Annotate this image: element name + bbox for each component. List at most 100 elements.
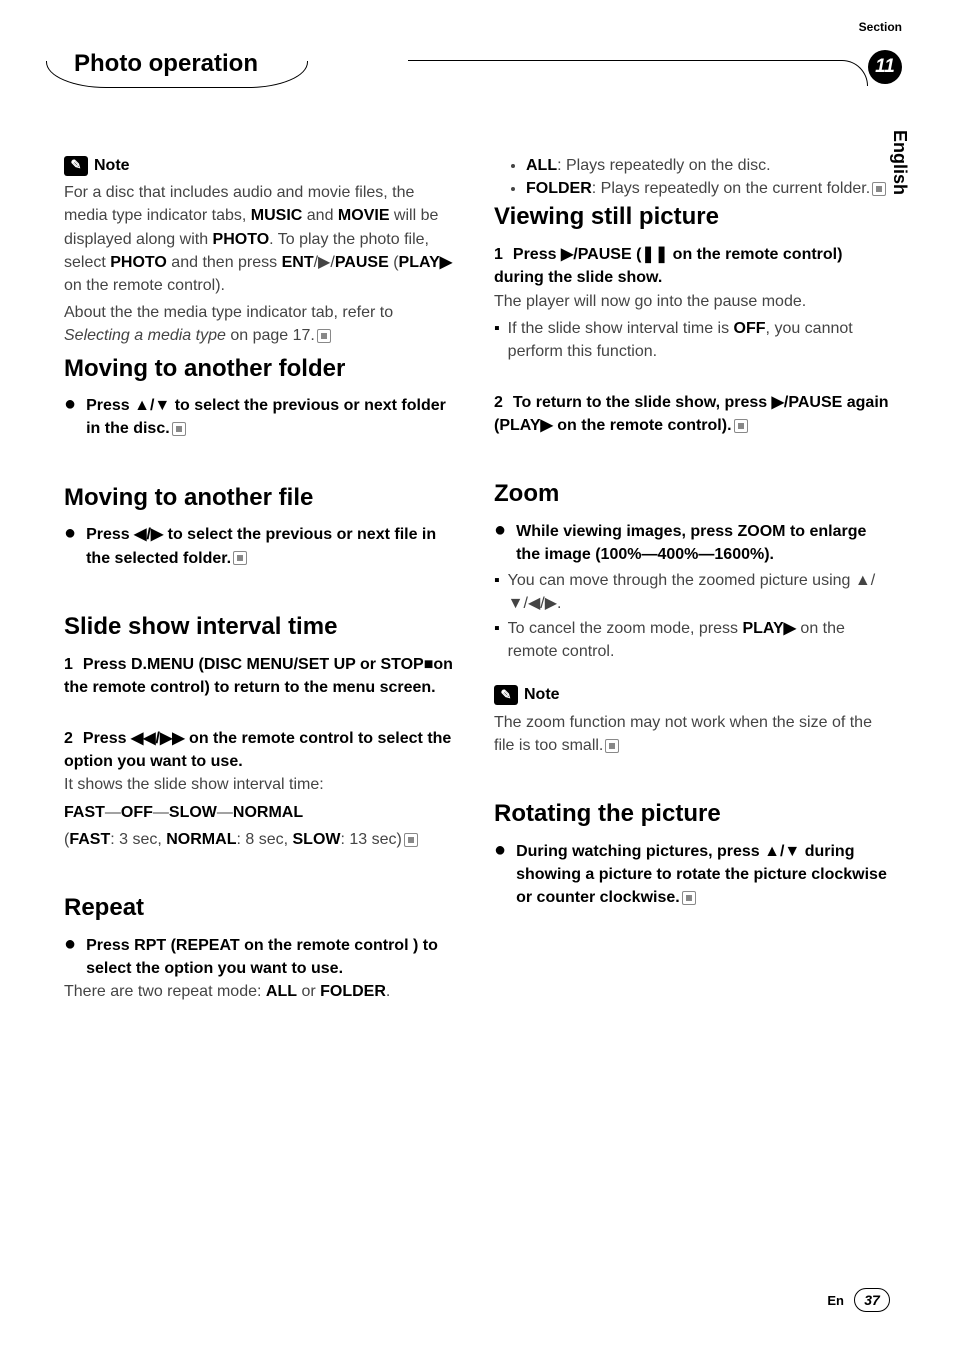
note-body-2: About the the media type indicator tab, …: [64, 301, 460, 347]
heading-moving-file: Moving to another file: [64, 481, 460, 516]
step-number: 2: [64, 730, 73, 747]
step-text: Press RPT (REPEAT on the remote control …: [86, 934, 460, 980]
step-text: While viewing images, press ZOOM to enla…: [516, 520, 890, 566]
page-footer: En 37: [827, 1288, 890, 1312]
step-zoom: ● While viewing images, press ZOOM to en…: [494, 520, 890, 566]
text-bold: PAUSE: [335, 254, 389, 271]
zoom-note-body: The zoom function may not work when the …: [494, 711, 890, 757]
note-label: Note: [94, 154, 130, 177]
square-bullet-icon: ▪: [494, 569, 500, 615]
repeat-options-list: ALL: Plays repeatedly on the disc. FOLDE…: [494, 154, 890, 200]
text: : Plays repeatedly on the disc.: [557, 157, 770, 174]
bullet-icon: ●: [494, 520, 506, 566]
step-repeat: ● Press RPT (REPEAT on the remote contro…: [64, 934, 460, 980]
text: and then press: [167, 254, 282, 271]
slideshow-body-1: It shows the slide show interval time:: [64, 773, 460, 796]
text: or: [297, 983, 320, 1000]
note-label: Note: [524, 683, 560, 706]
right-column: ALL: Plays repeatedly on the disc. FOLDE…: [494, 154, 890, 1007]
stop-icon: [682, 891, 696, 905]
step-text: Press ▲/▼ to select the previous or next…: [86, 394, 460, 440]
header-row: Photo operation: [64, 50, 890, 84]
text: : 8 sec,: [236, 831, 292, 848]
text-bold: PHOTO: [213, 231, 270, 248]
text: There are two repeat mode:: [64, 983, 266, 1000]
text: If the slide show interval time is OFF, …: [508, 317, 890, 363]
text-bold: NORMAL: [233, 804, 303, 821]
text-bold: MOVIE: [338, 207, 390, 224]
text-bold: FOLDER: [320, 983, 386, 1000]
text: (: [389, 254, 399, 271]
text-bold: FOLDER: [526, 180, 592, 197]
view-step-2: 2To return to the slide show, press ▶/PA…: [494, 391, 890, 437]
view-body-1: The player will now go into the pause mo…: [494, 290, 890, 313]
view-step-1: 1Press ▶/PAUSE (❚❚ on the remote control…: [494, 243, 890, 289]
stop-icon: [317, 329, 331, 343]
left-column: ✎ Note For a disc that includes audio an…: [64, 154, 460, 1007]
step-number: 1: [64, 656, 73, 673]
page-number: 37: [854, 1288, 890, 1312]
language-tab: English: [889, 130, 910, 195]
text: : Plays repeatedly on the current folder…: [592, 180, 870, 197]
step-text: Press ◀/▶ to select the previous or next…: [86, 523, 460, 569]
stop-icon: [404, 833, 418, 847]
stop-icon: [605, 739, 619, 753]
text: .: [386, 983, 390, 1000]
heading-rotating: Rotating the picture: [494, 797, 890, 832]
text: —: [153, 804, 169, 821]
section-number: 11: [868, 50, 902, 84]
text: You can move through the zoomed picture …: [508, 569, 890, 615]
step-rotate: ● During watching pictures, press ▲/▼ du…: [494, 840, 890, 910]
text-bold: SLOW: [169, 804, 217, 821]
page-title: Photo operation: [64, 50, 268, 84]
heading-moving-folder: Moving to another folder: [64, 352, 460, 387]
step-number: 1: [494, 246, 503, 263]
zoom-sub-1: ▪ You can move through the zoomed pictur…: [494, 569, 890, 615]
text-bold: PHOTO: [110, 254, 167, 271]
text-bold: ALL: [526, 157, 557, 174]
text: —: [105, 804, 121, 821]
text-bold: PLAY▶: [399, 254, 453, 271]
text-bold: OFF: [734, 320, 766, 337]
list-item: FOLDER: Plays repeatedly on the current …: [526, 177, 890, 200]
text-bold: FAST: [69, 831, 110, 848]
bullet-icon: ●: [64, 394, 76, 440]
step-text: During watching pictures, press ▲/▼ duri…: [516, 840, 890, 910]
page: Section 11 English Photo operation ✎ Not…: [0, 0, 954, 1352]
square-bullet-icon: ▪: [494, 317, 500, 363]
text-italic: Selecting a media type: [64, 327, 226, 344]
text: : 3 sec,: [110, 831, 166, 848]
slideshow-step-2: 2Press ◀◀/▶▶ on the remote control to se…: [64, 727, 460, 773]
text: To cancel the zoom mode, press PLAY▶ on …: [508, 617, 890, 663]
bullet-icon: ●: [64, 934, 76, 980]
bullet-icon: ●: [64, 523, 76, 569]
list-item: ALL: Plays repeatedly on the disc.: [526, 154, 890, 177]
text: and: [302, 207, 338, 224]
slideshow-times: (FAST: 3 sec, NORMAL: 8 sec, SLOW: 13 se…: [64, 828, 460, 851]
heading-viewing-still: Viewing still picture: [494, 200, 890, 235]
square-bullet-icon: ▪: [494, 617, 500, 663]
text-bold: NORMAL: [166, 831, 236, 848]
text-bold: SLOW: [293, 831, 341, 848]
slideshow-options: FAST—OFF—SLOW—NORMAL: [64, 801, 460, 824]
zoom-note-header: ✎ Note: [494, 683, 890, 706]
text-bold: OFF: [121, 804, 153, 821]
bullet-icon: ●: [494, 840, 506, 910]
stop-icon: [233, 551, 247, 565]
text-bold: ALL: [266, 983, 297, 1000]
step-text: To return to the slide show, press ▶/PAU…: [494, 394, 889, 434]
step-move-file: ● Press ◀/▶ to select the previous or ne…: [64, 523, 460, 569]
note-body: For a disc that includes audio and movie…: [64, 181, 460, 297]
text: /▶/: [314, 254, 335, 271]
text: on page 17.: [226, 327, 315, 344]
footer-lang: En: [827, 1293, 844, 1308]
text-bold: MUSIC: [251, 207, 303, 224]
text: on the remote control).: [64, 277, 225, 294]
stop-icon: [734, 419, 748, 433]
content-columns: ✎ Note For a disc that includes audio an…: [64, 154, 890, 1007]
step-text: Press ▶/PAUSE (❚❚ on the remote control)…: [494, 246, 842, 286]
view-sub-1: ▪ If the slide show interval time is OFF…: [494, 317, 890, 363]
pencil-icon: ✎: [64, 156, 88, 176]
text: About the the media type indicator tab, …: [64, 304, 393, 321]
stop-icon: [172, 422, 186, 436]
